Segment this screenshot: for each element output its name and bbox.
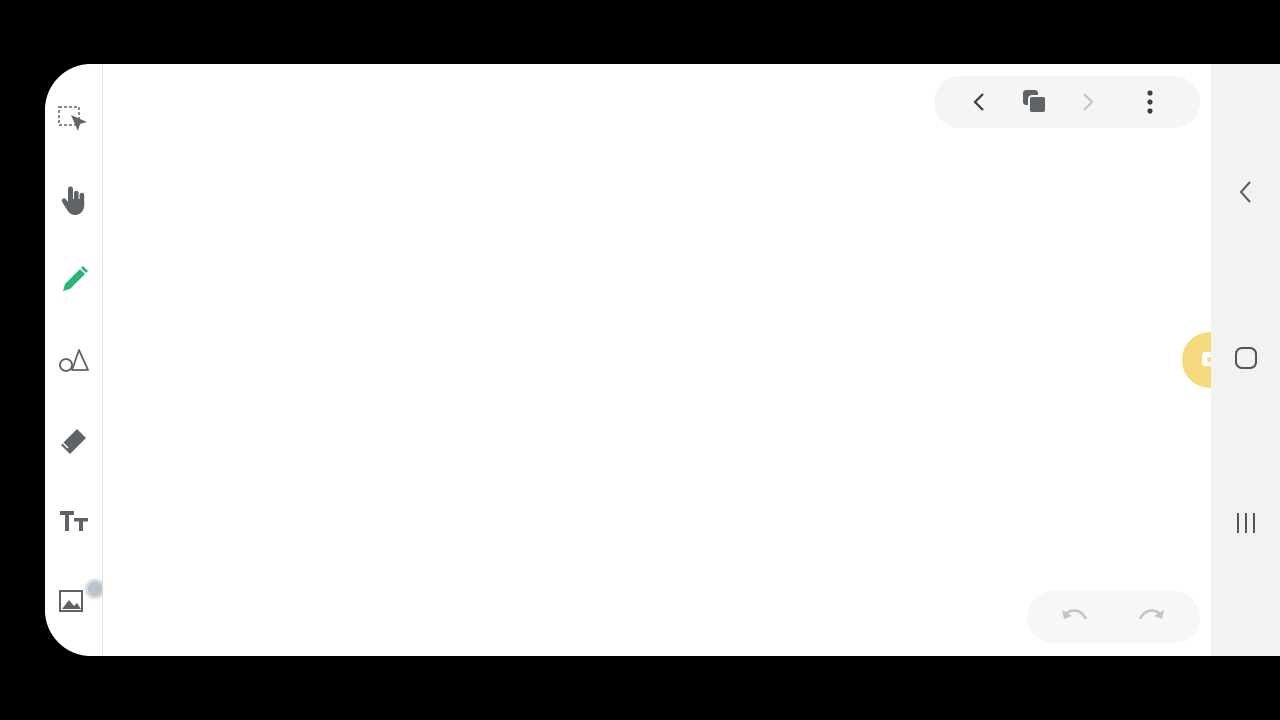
page-navigation-bar — [934, 76, 1200, 128]
drawing-canvas[interactable] — [103, 64, 1211, 656]
text-tool-button[interactable] — [56, 502, 92, 538]
system-home-button[interactable] — [1228, 340, 1264, 376]
shapes-tool-button[interactable] — [56, 342, 92, 378]
image-tool-button[interactable] — [56, 580, 104, 618]
more-options-button[interactable] — [1132, 84, 1168, 120]
undo-button[interactable] — [1057, 599, 1093, 635]
eraser-icon — [61, 429, 86, 454]
previous-page-button[interactable] — [962, 84, 998, 120]
hand-icon — [61, 186, 85, 215]
undo-icon — [1062, 609, 1088, 620]
chevron-right-icon — [1083, 93, 1094, 111]
system-back-button[interactable] — [1228, 174, 1264, 210]
system-navigation-bar — [1211, 64, 1280, 656]
pages-icon — [1023, 90, 1047, 114]
eraser-tool-button[interactable] — [56, 422, 92, 458]
recents-icon — [1237, 513, 1255, 533]
selection-icon — [58, 106, 87, 131]
system-recents-button[interactable] — [1228, 505, 1264, 541]
selection-tool-button[interactable] — [56, 102, 92, 138]
chevron-left-icon — [973, 93, 984, 111]
back-icon — [1239, 181, 1251, 203]
touch-indicator — [86, 580, 104, 598]
pages-button[interactable] — [1017, 84, 1053, 120]
shapes-icon — [59, 349, 89, 372]
pen-tool-button[interactable] — [56, 262, 92, 298]
next-page-button[interactable] — [1069, 84, 1105, 120]
pencil-icon — [63, 266, 88, 291]
drawing-app-window — [45, 64, 1280, 656]
history-bar — [1027, 591, 1200, 643]
home-icon — [1235, 347, 1257, 369]
hand-tool-button[interactable] — [56, 182, 92, 218]
text-icon — [60, 511, 88, 531]
redo-icon — [1138, 609, 1164, 620]
more-vertical-icon — [1147, 90, 1153, 114]
redo-button[interactable] — [1133, 599, 1169, 635]
left-toolbar — [45, 64, 104, 656]
